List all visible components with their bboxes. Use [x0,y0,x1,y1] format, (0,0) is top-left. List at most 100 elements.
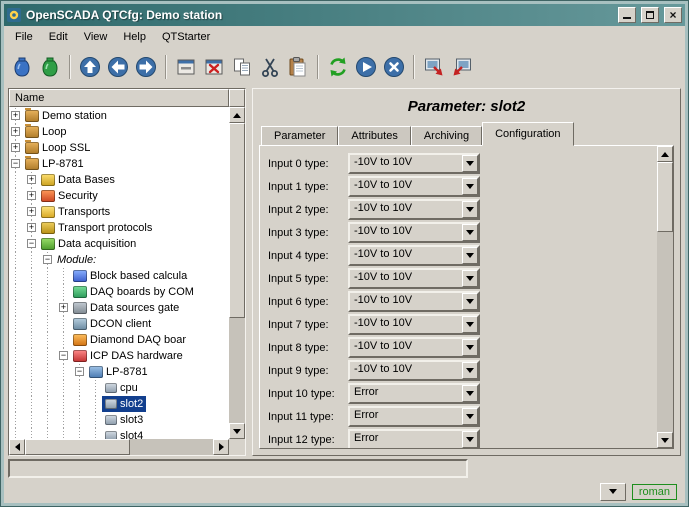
load-button[interactable] [8,53,36,81]
input-9-type-select[interactable]: -10V to 10V [348,360,480,381]
content-vscrollbar[interactable] [657,146,673,448]
tree-item-lp-8781[interactable]: − LP-8781 [9,364,229,380]
tree-expander[interactable]: − [59,351,68,360]
forward-button[interactable] [132,53,160,81]
input-3-type-select[interactable]: -10V to 10V [348,222,480,243]
tree-item-cpu[interactable]: cpu [9,380,229,396]
input-11-type-select[interactable]: Error [348,406,480,427]
tree-item-dcon-client[interactable]: DCON client [9,316,229,332]
tree-vscrollbar[interactable] [229,107,245,439]
save-button[interactable] [36,53,64,81]
tree-expander[interactable]: − [27,239,36,248]
tree-item-security[interactable]: + Security [9,188,229,204]
combo-dropdown-button[interactable] [462,155,478,172]
combo-dropdown-button[interactable] [462,270,478,287]
import-button[interactable] [448,53,476,81]
scroll-down-button[interactable] [657,432,673,448]
up-button[interactable] [76,53,104,81]
paste-item-button[interactable] [284,53,312,81]
delete-item-button[interactable] [200,53,228,81]
scroll-track-horizontal[interactable] [25,439,213,455]
scroll-up-button[interactable] [229,107,245,123]
tree-expander[interactable]: + [27,191,36,200]
input-2-type-select[interactable]: -10V to 10V [348,199,480,220]
combo-dropdown-button[interactable] [462,224,478,241]
tree-item-daq-boards-by-com[interactable]: DAQ boards by COM [9,284,229,300]
tree-item-loop[interactable]: + Loop [9,124,229,140]
scroll-down-button[interactable] [229,423,245,439]
bottom-text-field[interactable] [8,459,468,478]
back-button[interactable] [104,53,132,81]
input-4-type-select[interactable]: -10V to 10V [348,245,480,266]
tree-expander[interactable]: + [27,175,36,184]
tree-item-diamond-daq-boar[interactable]: Diamond DAQ boar [9,332,229,348]
tab-attributes[interactable]: Attributes [338,126,411,146]
tree-item-slot2[interactable]: slot2 [9,396,229,412]
scroll-track[interactable] [657,162,673,432]
combo-dropdown-button[interactable] [462,178,478,195]
combo-dropdown-button[interactable] [462,247,478,264]
combo-dropdown-button[interactable] [462,339,478,356]
tree-expander[interactable]: + [11,111,20,120]
menu-edit[interactable]: Edit [41,28,76,46]
tree-item-slot4[interactable]: slot4 [9,428,229,439]
combo-dropdown-button[interactable] [462,362,478,379]
scrollbar-thumb[interactable] [229,123,245,318]
scroll-track[interactable] [229,123,245,423]
input-8-type-select[interactable]: -10V to 10V [348,337,480,358]
tree-item-block-based-calcula[interactable]: Block based calcula [9,268,229,284]
tree-hscrollbar[interactable] [9,439,229,455]
combo-dropdown-button[interactable] [462,408,478,425]
tree-expander[interactable]: − [43,255,52,264]
tree-item-data-acquisition[interactable]: − Data acquisition [9,236,229,252]
status-combo[interactable] [599,482,626,501]
scrollbar-thumb-horizontal[interactable] [25,439,130,455]
tree-item-transport-protocols[interactable]: + Transport protocols [9,220,229,236]
input-12-type-select[interactable]: Error [348,429,480,448]
combo-dropdown-button[interactable] [462,385,478,402]
input-7-type-select[interactable]: -10V to 10V [348,314,480,335]
input-0-type-select[interactable]: -10V to 10V [348,153,480,174]
stop-update-button[interactable] [380,53,408,81]
tree-item-icp-das-hardware[interactable]: − ICP DAS hardware [9,348,229,364]
tree-expander[interactable]: + [11,127,20,136]
combo-dropdown-button[interactable] [462,293,478,310]
tree-expander[interactable]: + [27,223,36,232]
start-update-button[interactable] [352,53,380,81]
tree-expander[interactable]: + [27,207,36,216]
tree-expander[interactable]: + [59,303,68,312]
tab-configuration[interactable]: Configuration [482,122,574,146]
tree-header[interactable]: Name [9,89,229,107]
menu-view[interactable]: View [76,28,116,46]
close-button[interactable]: × [664,7,682,23]
menu-file[interactable]: File [7,28,41,46]
scroll-left-button[interactable] [9,439,25,455]
tree-item-module[interactable]: − Module: [9,252,229,268]
input-6-type-select[interactable]: -10V to 10V [348,291,480,312]
combo-dropdown-button[interactable] [462,201,478,218]
cut-item-button[interactable] [256,53,284,81]
export-button[interactable] [420,53,448,81]
input-5-type-select[interactable]: -10V to 10V [348,268,480,289]
input-1-type-select[interactable]: -10V to 10V [348,176,480,197]
minimize-button[interactable] [618,7,636,23]
menu-help[interactable]: Help [115,28,154,46]
input-10-type-select[interactable]: Error [348,383,480,404]
scrollbar-thumb[interactable] [657,162,673,232]
tree-expander[interactable]: + [11,143,20,152]
tree-item-data-sources-gate[interactable]: + Data sources gate [9,300,229,316]
refresh-button[interactable] [324,53,352,81]
scroll-right-button[interactable] [213,439,229,455]
maximize-button[interactable] [641,7,659,23]
tree-item-loop-ssl[interactable]: + Loop SSL [9,140,229,156]
copy-item-button[interactable] [228,53,256,81]
tree-item-transports[interactable]: + Transports [9,204,229,220]
combo-dropdown-button[interactable] [462,431,478,448]
tab-parameter[interactable]: Parameter [261,126,339,146]
title-bar[interactable]: OpenSCADA QTCfg: Demo station × [4,4,685,26]
tree-item-data-bases[interactable]: + Data Bases [9,172,229,188]
combo-dropdown-button[interactable] [462,316,478,333]
tree-item-lp-8781[interactable]: − LP-8781 [9,156,229,172]
scroll-up-button[interactable] [657,146,673,162]
tree-item-slot3[interactable]: slot3 [9,412,229,428]
